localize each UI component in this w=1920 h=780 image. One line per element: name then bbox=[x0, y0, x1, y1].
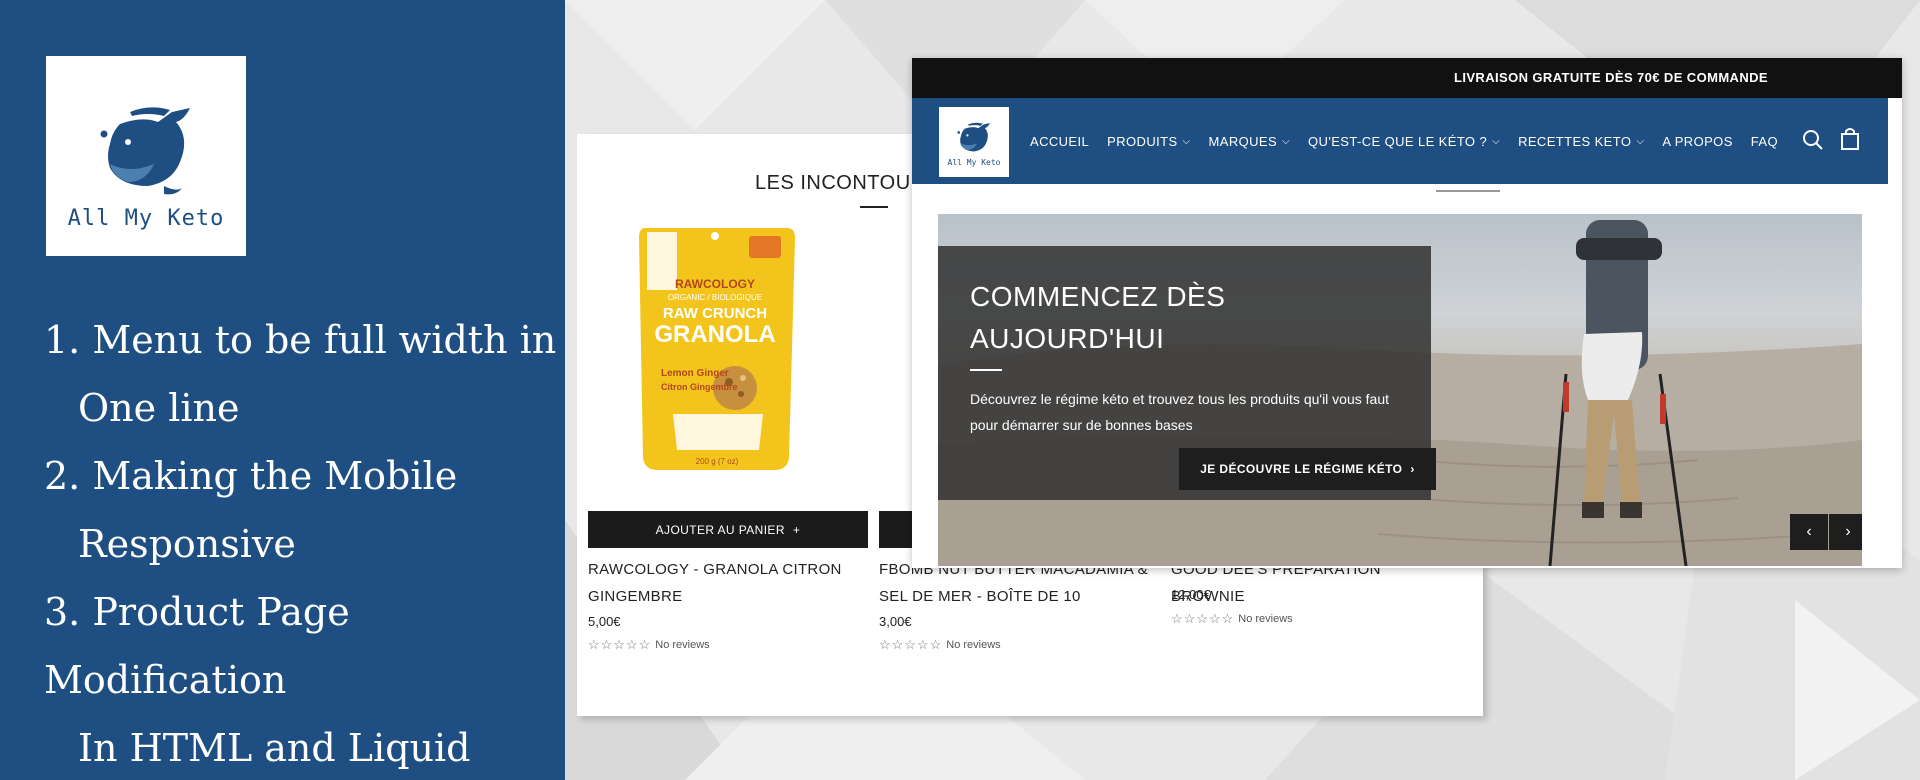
nav-item-produits[interactable]: PRODUITS ⌵ bbox=[1107, 134, 1190, 149]
hero-title-line: COMMENCEZ DÈS bbox=[970, 281, 1226, 312]
header-logo[interactable]: All My Keto bbox=[939, 107, 1009, 177]
left-panel: All My Keto 1. Menu to be full width in … bbox=[0, 0, 565, 780]
requirement-text: 1. Menu to be full width in bbox=[44, 318, 557, 362]
nav-label: A PROPOS bbox=[1662, 133, 1733, 149]
chevron-down-icon: ⌵ bbox=[1282, 135, 1291, 147]
nav-item-recettes[interactable]: RECETTES KETO ⌵ bbox=[1518, 134, 1644, 149]
product-reviews: ☆☆☆☆☆ No reviews bbox=[879, 637, 1001, 653]
product-reviews: ☆☆☆☆☆ No reviews bbox=[588, 637, 710, 653]
package-flavor-fr: Citron Gingembre bbox=[661, 382, 738, 392]
requirement-text: 3. Product Page Modification bbox=[44, 590, 350, 702]
hero-description: Découvrez le régime kéto et trouvez tous… bbox=[970, 391, 1389, 433]
brand-logo: All My Keto bbox=[46, 56, 246, 256]
add-to-cart-label: AJOUTER AU PANIER bbox=[655, 522, 785, 537]
product-price: 5,00€ bbox=[588, 614, 621, 629]
chevron-right-icon: › bbox=[1410, 462, 1415, 476]
chevron-down-icon: ⌵ bbox=[1636, 135, 1645, 147]
requirement-text-cont: One line bbox=[78, 386, 240, 430]
chevron-down-icon: ⌵ bbox=[1182, 135, 1191, 147]
hero-title-underline bbox=[970, 369, 1002, 371]
product-price: 3,00€ bbox=[879, 614, 912, 629]
product-image[interactable]: RAWCOLOGY ORGANIC / BIOLOGIQUE RAW CRUNC… bbox=[617, 218, 812, 478]
homepage-screenshot: LIVRAISON GRATUITE DÈS 70€ DE COMMANDE A… bbox=[912, 58, 1902, 568]
package-weight: 200 g (7 oz) bbox=[696, 457, 739, 466]
requirements-list: 1. Menu to be full width in One line 2. … bbox=[44, 306, 564, 780]
slider-next-button[interactable]: › bbox=[1829, 514, 1862, 550]
chevron-right-icon: › bbox=[1845, 523, 1851, 540]
add-to-cart-button[interactable]: AJOUTER AU PANIER + bbox=[588, 511, 868, 548]
nav-item-faq[interactable]: FAQ bbox=[1751, 134, 1778, 149]
requirement-text-cont: Responsive bbox=[78, 522, 296, 566]
hero-title: COMMENCEZ DÈS AUJOURD'HUI bbox=[970, 276, 1390, 360]
nav-label: MARQUES bbox=[1208, 133, 1278, 149]
nav-item-accueil[interactable]: ACCUEIL bbox=[1030, 134, 1089, 149]
slider-prev-button[interactable]: ‹ bbox=[1790, 514, 1828, 550]
logo-text: All My Keto bbox=[67, 206, 225, 231]
nav-label: FAQ bbox=[1750, 133, 1778, 149]
promo-text: LIVRAISON GRATUITE DÈS 70€ DE COMMANDE bbox=[1454, 70, 1768, 85]
promo-bar: LIVRAISON GRATUITE DÈS 70€ DE COMMANDE bbox=[912, 58, 1902, 98]
chevron-down-icon: ⌵ bbox=[1492, 135, 1501, 147]
star-rating-icon: ☆☆☆☆☆ bbox=[879, 637, 943, 652]
reviews-label: No reviews bbox=[946, 639, 1001, 651]
whale-logo-icon bbox=[100, 107, 190, 195]
discover-keto-label: JE DÉCOUVRE LE RÉGIME KÉTO bbox=[1200, 462, 1403, 476]
chevron-left-icon: ‹ bbox=[1806, 523, 1812, 540]
package-flavor-en: Lemon Ginger bbox=[661, 368, 729, 379]
product-name[interactable]: RAWCOLOGY - GRANOLA CITRON GINGEMBRE bbox=[588, 556, 868, 610]
star-rating-icon: ☆☆☆☆☆ bbox=[588, 637, 652, 652]
nav-item-marques[interactable]: MARQUES ⌵ bbox=[1209, 134, 1291, 149]
hero-banner: COMMENCEZ DÈS AUJOURD'HUI Découvrez le r… bbox=[938, 214, 1862, 566]
requirement-item: 2. Making the Mobile Responsive bbox=[44, 442, 564, 578]
nav-label: RECETTES KETO bbox=[1518, 133, 1632, 149]
requirement-text-cont: In HTML and Liquid bbox=[78, 726, 471, 770]
nav-item-keto[interactable]: QU'EST-CE QUE LE KÉTO ? ⌵ bbox=[1308, 134, 1500, 149]
search-icon[interactable] bbox=[1802, 129, 1824, 156]
reviews-label: No reviews bbox=[1238, 613, 1293, 625]
package-line1: RAW CRUNCH bbox=[663, 305, 767, 322]
package-brand: RAWCOLOGY bbox=[675, 277, 755, 291]
requirement-text: 2. Making the Mobile bbox=[44, 454, 458, 498]
discover-keto-button[interactable]: JE DÉCOUVRE LE RÉGIME KÉTO › bbox=[1179, 448, 1436, 490]
product-price: 12,00€ bbox=[1171, 587, 1211, 602]
whale-logo-icon bbox=[957, 122, 990, 152]
plus-icon: + bbox=[792, 522, 801, 537]
reviews-label: No reviews bbox=[655, 639, 710, 651]
nav-label: QU'EST-CE QUE LE KÉTO ? bbox=[1308, 133, 1488, 149]
hero-title-line: AUJOURD'HUI bbox=[970, 323, 1165, 354]
hero-divider bbox=[1436, 190, 1500, 192]
package-line2: GRANOLA bbox=[654, 321, 775, 348]
main-nav: ACCUEIL PRODUITS ⌵ MARQUES ⌵ QU'EST-CE Q… bbox=[1030, 98, 1778, 184]
product-reviews: ☆☆☆☆☆ No reviews bbox=[1171, 611, 1293, 627]
requirement-item: 3. Product Page Modification In HTML and… bbox=[44, 578, 564, 780]
requirement-item: 1. Menu to be full width in One line bbox=[44, 306, 564, 442]
title-underline bbox=[860, 206, 888, 208]
package-subtitle: ORGANIC / BIOLOGIQUE bbox=[668, 293, 762, 302]
nav-label: PRODUITS bbox=[1107, 133, 1178, 149]
header-logo-text: All My Keto bbox=[947, 158, 1001, 167]
cart-icon[interactable] bbox=[1840, 127, 1860, 156]
site-header: All My Keto ACCUEIL PRODUITS ⌵ MARQUES ⌵… bbox=[912, 98, 1888, 184]
nav-label: ACCUEIL bbox=[1030, 133, 1090, 149]
nav-item-a-propos[interactable]: A PROPOS bbox=[1662, 134, 1732, 149]
star-rating-icon: ☆☆☆☆☆ bbox=[1171, 611, 1235, 626]
